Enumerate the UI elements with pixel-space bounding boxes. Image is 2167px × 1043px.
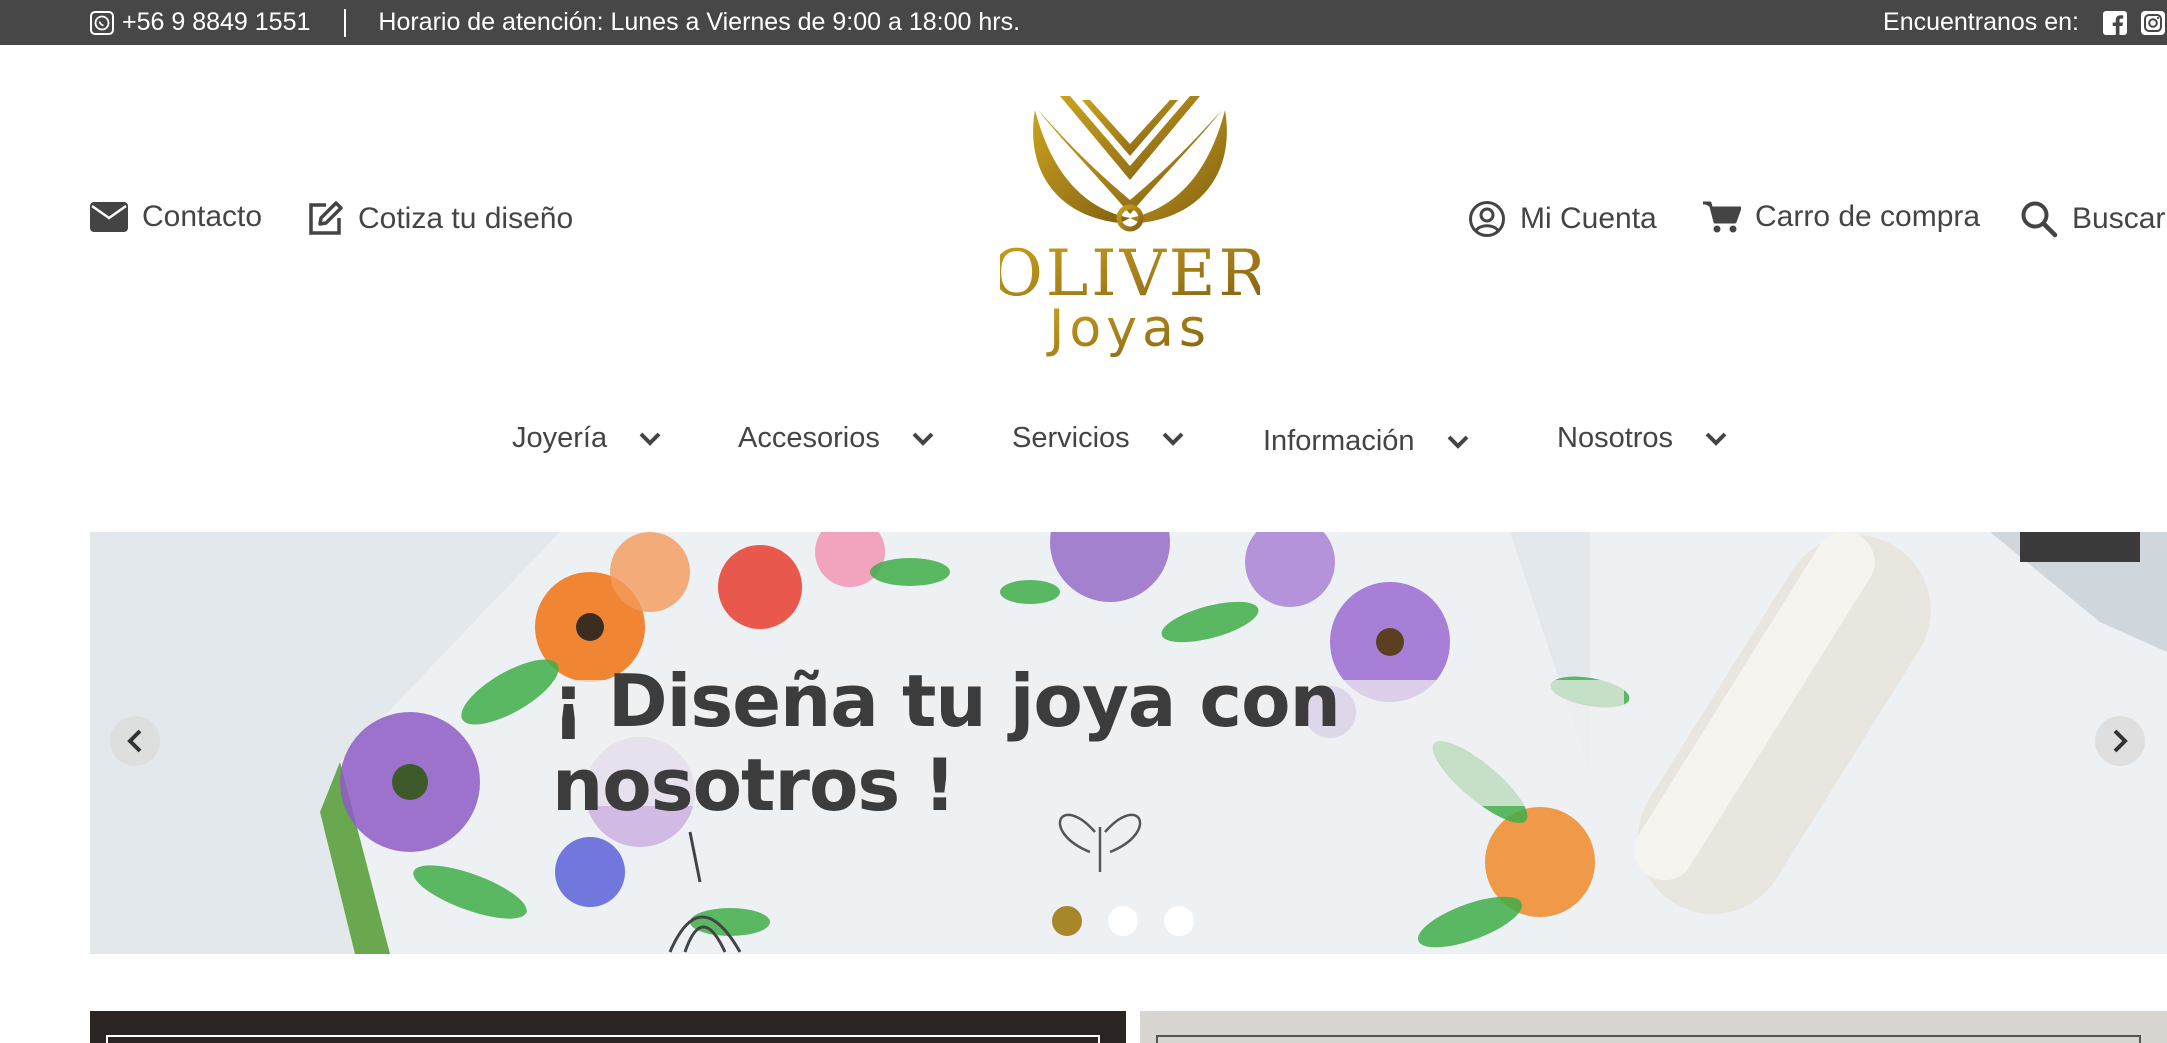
contact-link[interactable]: Contacto — [90, 200, 262, 234]
chevron-down-icon — [1705, 432, 1727, 446]
slide-dot-3[interactable] — [1164, 906, 1194, 936]
whatsapp-icon[interactable] — [90, 10, 114, 35]
cart-label: Carro de compra — [1755, 200, 1981, 233]
chevron-down-icon — [1447, 435, 1468, 449]
hero-caption: ¡ Diseña tu joya con nosotros ! — [552, 659, 1624, 827]
divider — [344, 8, 347, 37]
quote-design-label: Cotiza tu diseño — [358, 202, 574, 235]
opening-hours: Horario de atención: Lunes a Viernes de … — [378, 8, 1021, 36]
contact-label: Contacto — [142, 200, 263, 233]
promo-tile-left[interactable] — [90, 1011, 1126, 1043]
quote-design-link[interactable]: Cotiza tu diseño — [306, 200, 573, 238]
user-circle-icon — [1469, 201, 1505, 237]
facebook-icon[interactable] — [2103, 10, 2127, 35]
promo-tile-right[interactable] — [1140, 1011, 2167, 1043]
top-bar-right: Encuentranos en: — [1883, 0, 2167, 45]
search-label: Buscar — [2072, 202, 2166, 235]
chevron-left-icon — [127, 729, 142, 753]
my-account-label: Mi Cuenta — [1520, 202, 1657, 235]
tile-frame — [106, 1035, 1100, 1043]
menu-label: Accesorios — [738, 422, 880, 454]
menu-item-accesorios[interactable]: Accesorios — [738, 422, 934, 455]
tile-frame — [1156, 1035, 2141, 1043]
previous-slide-button[interactable] — [110, 716, 160, 766]
hero-slider[interactable]: ¡ Diseña tu joya con nosotros ! — [90, 532, 2167, 954]
chevron-right-icon — [2113, 729, 2128, 753]
menu-label: Información — [1263, 425, 1415, 457]
next-slide-button[interactable] — [2095, 716, 2145, 766]
slide-dot-2[interactable] — [1108, 906, 1138, 936]
menu-item-servicios[interactable]: Servicios — [1012, 422, 1184, 455]
menu-item-nosotros[interactable]: Nosotros — [1557, 422, 1727, 455]
cart-icon — [1703, 201, 1741, 233]
chevron-down-icon — [912, 432, 934, 446]
envelope-icon — [90, 202, 128, 232]
menu-label: Servicios — [1012, 422, 1130, 454]
instagram-icon[interactable] — [2141, 10, 2165, 35]
top-bar: +56 9 8849 1551 Horario de atención: Lun… — [0, 0, 2167, 45]
menu-label: Nosotros — [1557, 422, 1674, 454]
search-icon — [2021, 201, 2058, 238]
find-us-label: Encuentranos en: — [1883, 8, 2079, 36]
menu-item-joyeria[interactable]: Joyería — [512, 422, 661, 455]
slide-indicators — [1052, 906, 1220, 936]
hero-caption-text: ¡ Diseña tu joya con nosotros ! — [552, 659, 1341, 827]
phone-number[interactable]: +56 9 8849 1551 — [122, 8, 310, 37]
chevron-down-icon — [639, 432, 661, 446]
menu-label: Joyería — [512, 422, 608, 454]
oliver-joyas-logo[interactable]: OLIVER Joyas — [1000, 88, 1260, 368]
edit-icon — [309, 201, 343, 235]
svg-text:Joyas: Joyas — [1046, 299, 1211, 359]
top-bar-left: +56 9 8849 1551 Horario de atención: Lun… — [90, 0, 1020, 45]
my-account-link[interactable]: Mi Cuenta — [1468, 200, 1657, 238]
slide-dot-1[interactable] — [1052, 906, 1082, 936]
chevron-down-icon — [1162, 432, 1184, 446]
cart-link[interactable]: Carro de compra — [1703, 200, 1980, 234]
search-link[interactable]: Buscar — [2020, 200, 2165, 238]
menu-item-informacion[interactable]: Información — [1263, 425, 1469, 458]
